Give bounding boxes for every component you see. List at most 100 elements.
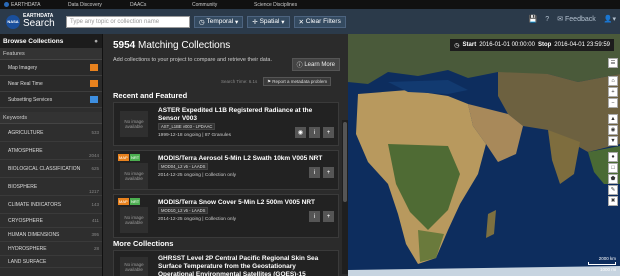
collection-title[interactable]: ASTER Expedited L1B Registered Radiance … bbox=[158, 107, 328, 123]
zoom-home-button[interactable]: ⌂ bbox=[608, 76, 618, 86]
keyword-atmosphere[interactable]: ATMOSPHERE 2044 bbox=[0, 142, 102, 160]
logo-line2: Search bbox=[23, 18, 55, 29]
app-logo[interactable]: NASA EARTHDATA Search bbox=[0, 14, 66, 29]
polygon-icon: ⬟ bbox=[610, 176, 616, 182]
app-header: NASA EARTHDATA Search Type any topic or … bbox=[0, 9, 620, 34]
comment-icon: ✉ bbox=[557, 16, 566, 23]
nav-science-disciplines[interactable]: Science Disciplines bbox=[254, 2, 316, 8]
temporal-range-display[interactable]: ◷ Start 2016-01-01 00:00:00 Stop 2016-04-0… bbox=[450, 39, 614, 51]
collection-card[interactable]: No image available GHRSST Level 2P Centr… bbox=[113, 250, 339, 276]
spatial-button[interactable]: ✛ Spatial ▾ bbox=[247, 15, 290, 28]
projection-north-button[interactable]: ▲ bbox=[608, 114, 618, 124]
delete-shape-button[interactable]: ✖ bbox=[608, 196, 618, 206]
save-icon[interactable]: 💾 bbox=[529, 15, 538, 23]
projection-geographic-button[interactable]: ◉ bbox=[608, 125, 618, 135]
projection-south-button[interactable]: ▼ bbox=[608, 136, 618, 146]
collapse-circle-icon[interactable]: ● bbox=[94, 38, 98, 45]
keyword-hydrosphere[interactable]: HYDROSPHERE 28 bbox=[0, 242, 102, 256]
keywords-heading[interactable]: Keywords bbox=[0, 112, 102, 124]
plus-icon: + bbox=[326, 129, 331, 136]
temporal-button[interactable]: ◷ Temporal ▾ bbox=[194, 15, 244, 28]
caret-down-icon: ▾ bbox=[279, 18, 285, 26]
question-icon[interactable]: ? bbox=[545, 16, 549, 23]
map-imagery-badge: MAP bbox=[118, 154, 129, 161]
earthdata-brand[interactable]: EARTHDATA bbox=[0, 2, 60, 8]
search-input[interactable]: Type any topic or collection name bbox=[66, 15, 190, 28]
feature-near-real-time[interactable]: Near Real Time bbox=[0, 76, 102, 92]
earth-map-imagery bbox=[348, 34, 620, 276]
pencil-icon: ✎ bbox=[610, 187, 616, 193]
more-collections-heading: More Collections bbox=[113, 239, 174, 248]
collection-title[interactable]: GHRSST Level 2P Central Pacific Regional… bbox=[158, 255, 328, 276]
global-nav-bar: EARTHDATA Data Discovery DAACs Community… bbox=[0, 0, 620, 9]
collection-card[interactable]: MAP NRT No image available MODIS/Terra S… bbox=[113, 194, 339, 238]
layers-icon: ☰ bbox=[610, 60, 616, 66]
collection-info-button[interactable]: i bbox=[309, 211, 320, 222]
subsetting-icon bbox=[90, 96, 98, 103]
south-pole-icon: ▼ bbox=[610, 138, 616, 144]
collection-info-button[interactable]: i bbox=[309, 167, 320, 178]
feature-map-imagery[interactable]: Map Imagery bbox=[0, 60, 102, 76]
info-icon: i bbox=[313, 169, 316, 176]
plus-icon: + bbox=[326, 213, 331, 220]
nav-data-discovery[interactable]: Data Discovery bbox=[68, 2, 130, 8]
collection-meta: 1999-12-18 ongoing | 87 Granules bbox=[158, 133, 231, 138]
clear-filters-button[interactable]: ✕ Clear Filters bbox=[293, 15, 346, 28]
map-scale: 2000 km 1000 mi bbox=[588, 256, 616, 272]
clock-icon: ◷ bbox=[199, 18, 207, 26]
collection-card[interactable]: MAP NRT No image available MODIS/Terra A… bbox=[113, 150, 339, 190]
layers-button[interactable]: ☰ bbox=[608, 58, 618, 68]
add-to-project-button[interactable]: + bbox=[323, 167, 334, 178]
collection-short-name: AST_L1BE v003 - LPDAAC bbox=[158, 123, 216, 130]
edit-shape-button[interactable]: ✎ bbox=[608, 185, 618, 195]
collection-card[interactable]: No image available ASTER Expedited L1B R… bbox=[113, 102, 339, 146]
learn-more-button[interactable]: ⓘ Learn More bbox=[291, 58, 340, 71]
keyword-agriculture[interactable]: AGRICULTURE 533 bbox=[0, 124, 102, 142]
collection-info-button[interactable]: i bbox=[309, 127, 320, 138]
keyword-human-dimensions[interactable]: HUMAN DIMENSIONS 395 bbox=[0, 228, 102, 242]
feature-subsetting-services[interactable]: Subsetting Services bbox=[0, 92, 102, 108]
clock-icon: ◷ bbox=[454, 42, 460, 49]
caret-down-icon: ▾ bbox=[233, 18, 239, 26]
home-icon: ⌂ bbox=[611, 78, 615, 84]
keyword-land-surface[interactable]: LAND SURFACE bbox=[0, 256, 102, 268]
info-icon: ⓘ bbox=[296, 63, 305, 69]
collections-panel: 5954 Matching Collections Add collection… bbox=[102, 34, 348, 276]
collection-title[interactable]: MODIS/Terra Aerosol 5-Min L2 Swath 10km … bbox=[158, 155, 328, 163]
features-heading[interactable]: Features bbox=[0, 48, 102, 60]
draw-polygon-button[interactable]: ⬟ bbox=[608, 174, 618, 184]
map-imagery-icon bbox=[90, 64, 98, 71]
map-marker-icon: ● bbox=[611, 154, 615, 160]
collection-meta: 2014-12-25 ongoing | Collection only bbox=[158, 217, 237, 222]
no-image-placeholder: No image available bbox=[120, 207, 148, 233]
nav-community[interactable]: Community bbox=[192, 2, 254, 8]
collection-title[interactable]: MODIS/Terra Snow Cover 5-Min L2 500m V00… bbox=[158, 199, 328, 207]
collection-short-name: MOD04_L2 v5 - LAADS bbox=[158, 163, 209, 170]
view-details-button[interactable]: ◉ bbox=[295, 127, 306, 138]
plus-icon: + bbox=[326, 169, 331, 176]
keyword-climate-indicators[interactable]: CLIMATE INDICATORS 143 bbox=[0, 196, 102, 214]
keyword-biosphere[interactable]: BIOSPHERE 1217 bbox=[0, 178, 102, 196]
earthdata-logo-icon bbox=[4, 2, 9, 7]
feedback-button[interactable]: ✉ Feedback bbox=[557, 15, 596, 23]
user-menu-icon[interactable]: 👤▾ bbox=[604, 15, 616, 23]
draw-point-button[interactable]: ● bbox=[608, 152, 618, 162]
eye-icon: ◉ bbox=[297, 130, 304, 136]
keyword-cryosphere[interactable]: CRYOSPHERE 411 bbox=[0, 214, 102, 228]
zoom-out-button[interactable]: − bbox=[608, 98, 618, 108]
info-icon: i bbox=[313, 129, 316, 136]
add-to-project-button[interactable]: + bbox=[323, 127, 334, 138]
no-image-placeholder: No image available bbox=[120, 257, 148, 276]
info-icon: i bbox=[313, 213, 316, 220]
keyword-biological-classification[interactable]: BIOLOGICAL CLASSIFICATION 625 bbox=[0, 160, 102, 178]
zoom-in-button[interactable]: + bbox=[608, 87, 618, 97]
nav-daacs[interactable]: DAACs bbox=[130, 2, 192, 8]
search-time: Search Time: 6.1s bbox=[221, 79, 258, 84]
map-imagery-badge: MAP bbox=[118, 198, 129, 205]
add-to-project-button[interactable]: + bbox=[323, 211, 334, 222]
draw-rectangle-button[interactable]: □ bbox=[608, 163, 618, 173]
plus-icon: + bbox=[611, 89, 615, 95]
map-view[interactable]: « ◷ Start2016-01-01 00:00:00 Stop2016-04… bbox=[348, 34, 620, 276]
matching-collections-title: 5954 Matching Collections bbox=[113, 40, 231, 51]
report-metadata-button[interactable]: ⚑ Report a metadata problem bbox=[263, 77, 332, 86]
